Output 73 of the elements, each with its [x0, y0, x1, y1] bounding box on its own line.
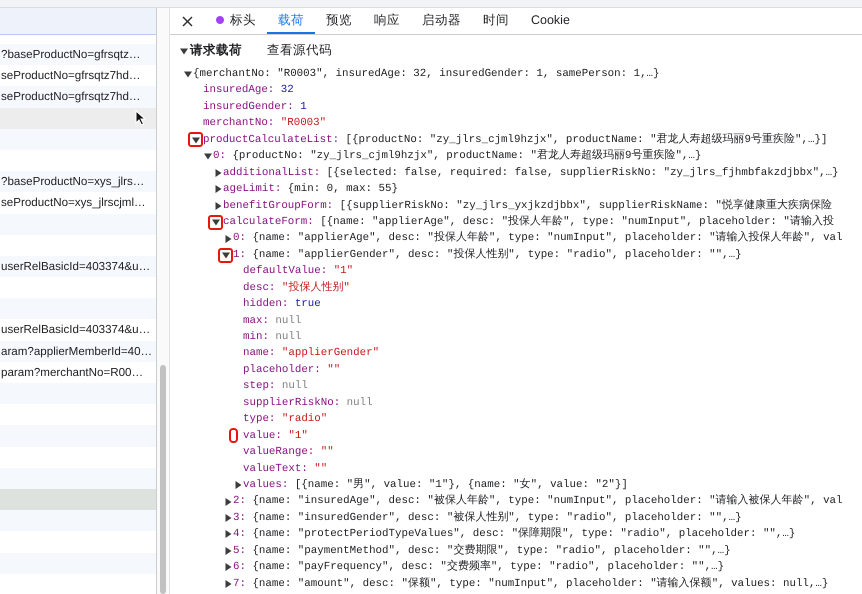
tree-entry: name: "applierGender"	[243, 346, 380, 362]
caret-down-icon[interactable]	[192, 136, 200, 144]
tree-entry: insuredAge: 32	[203, 83, 294, 98]
tree-entry[interactable]: 0: {name: "applierAge", desc: "投保人年龄", type: "numInput", placeholder: "请输入投保人年龄", val	[233, 230, 843, 247]
tree-entry: insuredGender: 1	[203, 100, 307, 115]
tree-entry[interactable]: values: [{name: "男", value: "1"}, {name: "女", value: "2"}]	[243, 476, 628, 494]
tree-entry[interactable]: 4: {name: "protectPeriodTypeValues", desc: "保障期限", type: "radio", placeholder: "",…}	[233, 526, 796, 543]
tree-entry: merchantNo: "R0003"	[203, 116, 326, 132]
detail-tab[interactable]: 响应	[363, 8, 411, 34]
detail-tab[interactable]: 时间	[472, 8, 520, 34]
section-title: 请求载荷	[190, 42, 242, 60]
caret-down-icon[interactable]	[212, 218, 220, 226]
caret-right-icon[interactable]	[234, 481, 242, 490]
request-row[interactable]: param?merchantNo=R00…	[0, 362, 156, 383]
tree-entry: value: "1"	[243, 428, 308, 444]
tree-entry: min: null	[243, 330, 302, 345]
tree-entry[interactable]: 1: {name: "applierGender", desc: "投保人性别", type: "radio", placeholder: "",…}	[233, 246, 742, 264]
caret-right-icon[interactable]	[224, 546, 232, 555]
caret-right-icon[interactable]	[224, 580, 232, 588]
tree-entry: max: null	[243, 314, 302, 329]
caret-right-icon[interactable]	[224, 498, 232, 506]
close-icon	[182, 16, 193, 26]
tree-entry[interactable]: {merchantNo: "R0003", insuredAge: 32, insuredGender: 1, samePerson: 1,…}	[193, 66, 660, 82]
tree-entry[interactable]: 6: {name: "payFrequency", desc: "交费频率", type: "radio", placeholder: "",…}	[233, 559, 724, 576]
tree-entry: valueRange: ""	[243, 445, 334, 460]
request-row[interactable]: ?baseProductNo=xys_jlrs…	[0, 171, 156, 192]
view-source-link[interactable]: 查看源代码	[267, 41, 332, 60]
detail-tab[interactable]: 启动器	[411, 8, 472, 34]
request-row[interactable]: aram?applierMemberId=40…	[0, 340, 156, 362]
tree-entry[interactable]: 7: {name: "amount", desc: "保额", type: "numInput", placeholder: "请输入保额", values: null,…}	[233, 576, 828, 592]
scrollbar-thumb[interactable]	[160, 365, 166, 594]
tree-entry[interactable]: ageLimit: {min: 0, max: 55}	[223, 181, 398, 198]
tree-entry: hidden: true	[243, 297, 321, 312]
tree-entry[interactable]: benefitGroupForm: [{supplierRiskNo: "zy_jlrs_yxjkzdjbbx", supplierRiskName: "悦享健康重大疾病保险	[223, 198, 832, 214]
tree-entry: supplierRiskNo: null	[243, 396, 373, 411]
cursor-icon	[135, 110, 146, 126]
tree-entry: valueText: ""	[243, 462, 328, 476]
request-row[interactable]: userRelBasicId=403374&u…	[0, 319, 156, 341]
tree-entry: desc: "投保人性别"	[243, 280, 350, 296]
detail-tab[interactable]: 预览	[315, 8, 363, 34]
scrollbar-track[interactable]	[157, 8, 170, 594]
caret-right-icon[interactable]	[214, 168, 222, 177]
tree-entry[interactable]: calculateForm: [{name: "applierAge", desc: "投保人年龄", type: "numInput", placeholder: "请输入投	[223, 214, 834, 230]
tree-entry: defaultValue: "1"	[243, 264, 354, 280]
status-dot-icon	[216, 16, 224, 24]
tree-entry[interactable]: 2: {name: "insuredAge", desc: "被保人年龄", type: "numInput", placeholder: "请输入被保人年龄", val	[233, 493, 843, 510]
caret-right-icon[interactable]	[214, 185, 222, 194]
request-row[interactable]: ?baseProductNo=gfrsqtz…	[0, 44, 156, 66]
caret-right-icon[interactable]	[224, 530, 232, 538]
tree-entry[interactable]: 5: {name: "paymentMethod", desc: "交费期限", type: "radio", placeholder: "",…}	[233, 542, 731, 560]
section-header[interactable]: 请求载荷	[180, 41, 267, 60]
detail-tab[interactable]: 标头	[205, 8, 267, 34]
caret-down-icon[interactable]	[184, 70, 192, 78]
request-row[interactable]: seProductNo=xys_jlrscjml…	[0, 192, 156, 214]
detail-tab[interactable]: 载荷	[267, 8, 315, 34]
tree-entry[interactable]: 3: {name: "insuredGender", desc: "被保人性别", type: "radio", placeholder: "",…}	[233, 510, 742, 526]
tree-entry: step: null	[243, 379, 308, 394]
tree-entry[interactable]: 0: {productNo: "zy_jlrs_cjml9hzjx", productName: "君龙人寿超级玛丽9号重疾险",…}	[213, 148, 702, 165]
request-row[interactable]: seProductNo=gfrsqtz7hd…	[0, 65, 156, 86]
tree-entry[interactable]: additionalList: [{selected: false, required: false, supplierRiskNo: "zy_jlrs_fjhmbfakzdjbbx",…}	[223, 164, 839, 182]
request-row[interactable]: seProductNo=gfrsqtz7hd…	[0, 86, 156, 108]
detail-tab[interactable]: Cookie	[520, 8, 581, 34]
tree-entry: type: "radio"	[243, 412, 328, 428]
caret-right-icon[interactable]	[224, 234, 232, 243]
caret-right-icon[interactable]	[224, 514, 232, 522]
tree-entry: placeholder: ""	[243, 362, 340, 378]
tree-entry[interactable]: productCalculateList: [{productNo: "zy_jlrs_cjml9hzjx", productName: "君龙人寿超级玛丽9号重疾险",…}]	[203, 132, 828, 148]
request-row[interactable]: userRelBasicId=403374&u…	[0, 256, 156, 278]
caret-right-icon[interactable]	[214, 202, 222, 210]
caret-down-icon[interactable]	[204, 152, 212, 160]
caret-right-icon[interactable]	[224, 563, 232, 572]
caret-down-icon[interactable]	[180, 46, 188, 54]
caret-down-icon[interactable]	[222, 251, 230, 260]
